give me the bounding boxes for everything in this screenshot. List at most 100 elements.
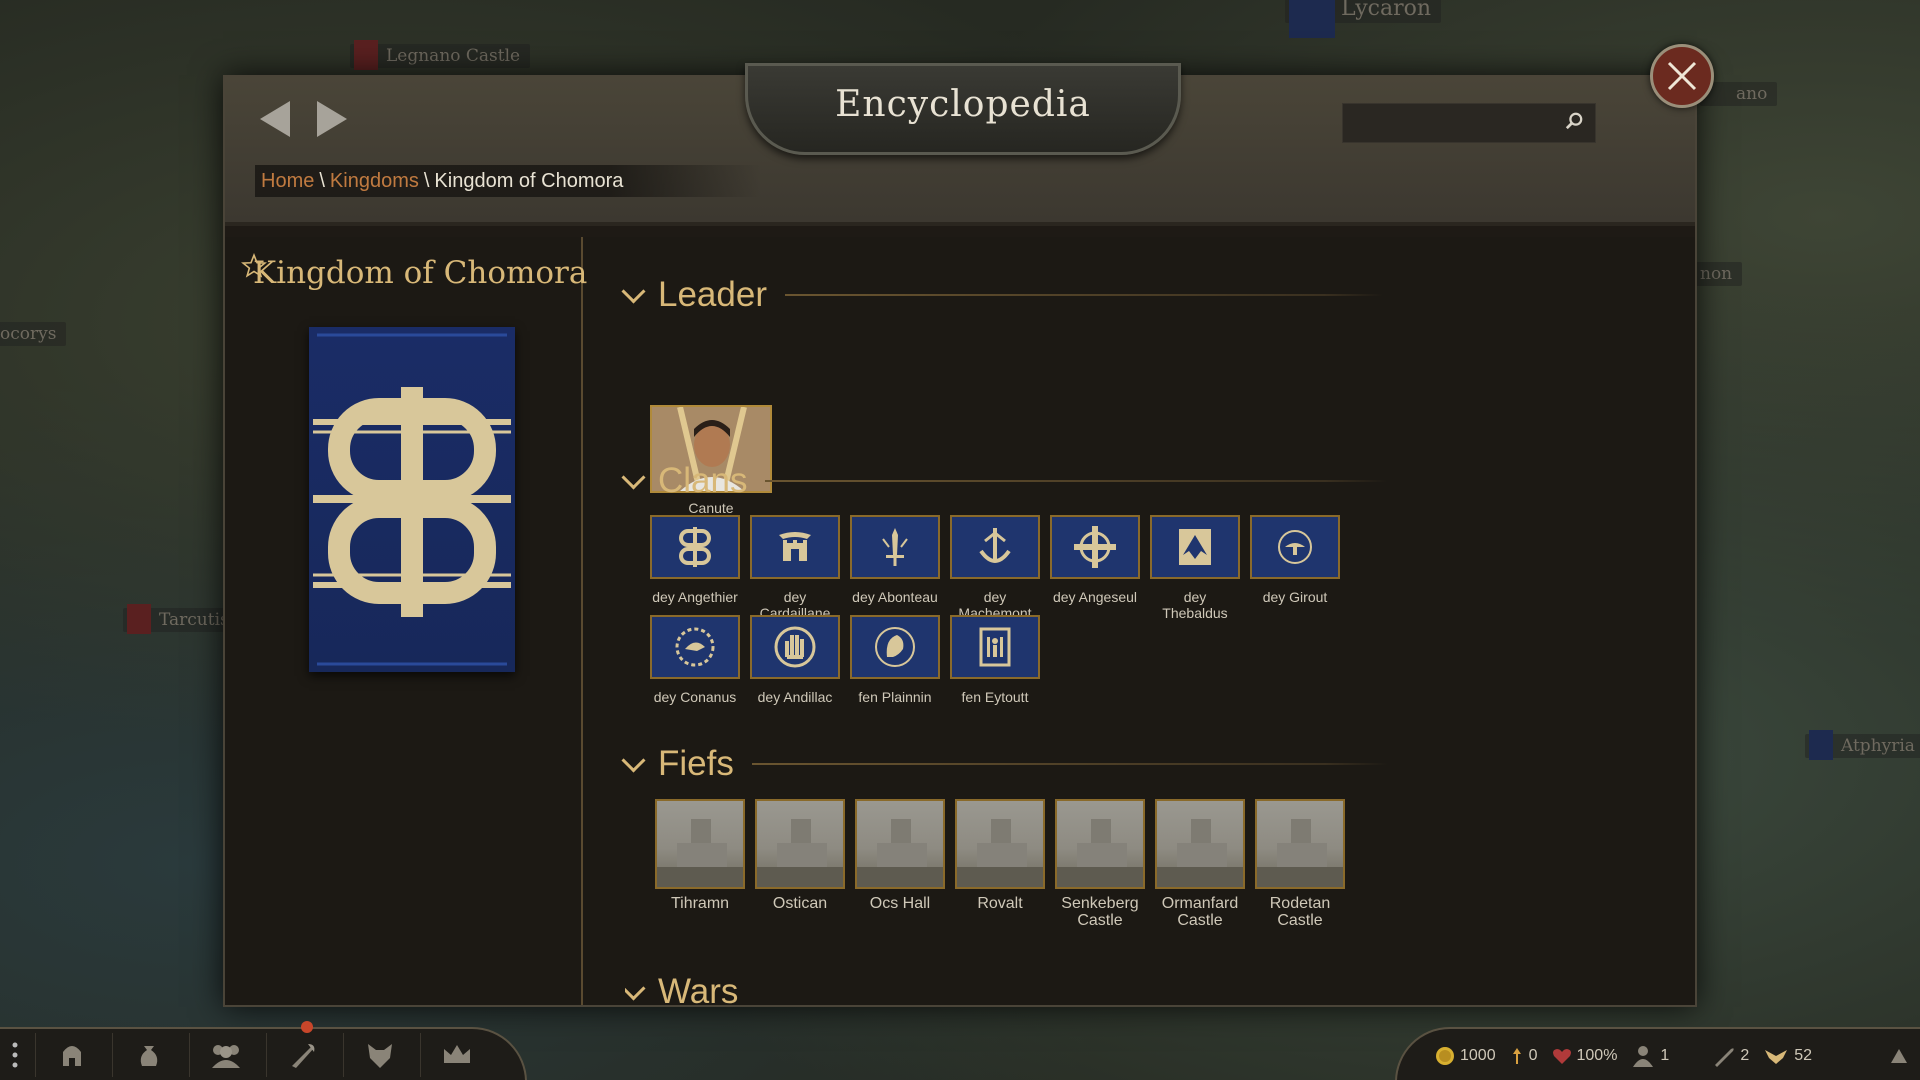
fief-item[interactable]: Senkeberg Castle <box>1055 799 1145 929</box>
fief-castle-image[interactable] <box>955 799 1045 889</box>
clan-banner[interactable] <box>750 615 840 679</box>
fief-item[interactable]: Ocs Hall <box>855 799 945 912</box>
fief-name: Ostican <box>772 895 828 912</box>
clan-banner[interactable] <box>950 615 1040 679</box>
clan-item[interactable]: dey Andillac <box>750 615 840 705</box>
kingdom-button[interactable] <box>420 1033 493 1077</box>
feather-icon <box>1715 1047 1734 1067</box>
breadcrumb-separator: \ <box>423 170 430 192</box>
health-stat: 100% <box>1552 1047 1617 1065</box>
wreath-bird-icon <box>675 627 715 667</box>
map-label-non[interactable]: non <box>1690 262 1743 286</box>
clan-banner[interactable] <box>850 615 940 679</box>
clan-banner[interactable] <box>1250 515 1340 579</box>
breadcrumb-separator: \ <box>319 170 325 192</box>
clan-item[interactable]: dey Abonteau <box>850 515 940 605</box>
kingdom-emblem-icon <box>313 333 511 666</box>
section-title: Clans <box>658 461 748 500</box>
search-box[interactable] <box>1342 103 1596 143</box>
more-menu-button[interactable] <box>0 1033 30 1077</box>
fief-item[interactable]: Tihramn <box>655 799 745 912</box>
troops-stat: 1 <box>1631 1045 1669 1067</box>
section-title: Wars <box>658 972 739 1005</box>
search-icon[interactable] <box>1565 112 1583 130</box>
fief-castle-image[interactable] <box>655 799 745 889</box>
clan-item[interactable]: dey Conanus <box>650 615 740 705</box>
quests-button[interactable] <box>266 1021 339 1077</box>
fiefs-section-header[interactable]: Fiefs <box>621 742 1388 786</box>
page-title: Encyclopedia <box>835 84 1091 125</box>
fief-castle-image[interactable] <box>755 799 845 889</box>
clan-item[interactable]: dey Thebaldus <box>1150 515 1240 621</box>
fief-castle-image[interactable] <box>1055 799 1145 889</box>
inventory-button[interactable] <box>112 1033 185 1077</box>
fief-castle-image[interactable] <box>1255 799 1345 889</box>
clan-banner[interactable] <box>1150 515 1240 579</box>
clan-name: dey Conanus <box>653 689 737 705</box>
clan-name: dey Thebaldus <box>1162 589 1228 621</box>
fief-item[interactable]: Rodetan Castle <box>1255 799 1345 929</box>
chevron-down-icon[interactable] <box>621 278 646 304</box>
resource-status-bar: 1000 0 100% 1 2 52 <box>1395 1027 1920 1080</box>
wars-section-header[interactable]: Wars <box>625 972 738 1005</box>
leader-section-header[interactable]: Leader <box>621 273 1383 317</box>
double-ring-icon <box>679 527 711 567</box>
map-label-atphyria[interactable]: Atphyria <box>1805 730 1920 760</box>
workshops-stat: 2 <box>1713 1045 1749 1067</box>
search-input[interactable] <box>1343 104 1563 140</box>
party-button[interactable] <box>189 1033 262 1077</box>
fief-item[interactable]: Ostican <box>755 799 845 912</box>
fief-name: Rodetan Castle <box>1269 895 1331 929</box>
fief-item[interactable]: Ormanfard Castle <box>1155 799 1245 929</box>
fief-item[interactable]: Rovalt <box>955 799 1045 912</box>
lion-head-icon <box>875 627 915 667</box>
hand-icon <box>774 626 816 668</box>
clan-button[interactable] <box>343 1033 416 1077</box>
chevron-down-icon[interactable] <box>621 464 646 490</box>
map-label-ocorys[interactable]: ocorys <box>0 322 67 346</box>
clan-item[interactable]: dey Machemont <box>950 515 1040 621</box>
clan-item[interactable]: dey Cardaillane <box>750 515 840 621</box>
chevron-down-icon[interactable] <box>621 747 646 773</box>
breadcrumb-home-link[interactable]: Home <box>261 170 314 192</box>
wheat-icon <box>1765 1049 1788 1064</box>
clan-banner[interactable] <box>650 615 740 679</box>
clan-item[interactable]: dey Angeseul <box>1050 515 1140 605</box>
banner-icon <box>354 40 378 70</box>
castle-icon <box>957 819 1043 887</box>
chevron-down-icon[interactable] <box>625 976 646 1001</box>
clan-banner[interactable] <box>750 515 840 579</box>
clans-section-header[interactable]: Clans <box>621 459 1388 503</box>
fief-castle-image[interactable] <box>1155 799 1245 889</box>
castle-icon <box>1257 819 1343 887</box>
banner-icon <box>127 604 151 634</box>
map-label-tarcutis[interactable]: Tarcutis <box>123 604 239 634</box>
back-arrow-button[interactable] <box>260 101 290 137</box>
breadcrumb-kingdoms-link[interactable]: Kingdoms <box>330 170 419 192</box>
clan-banner[interactable] <box>850 515 940 579</box>
clan-banner[interactable] <box>950 515 1040 579</box>
character-button[interactable] <box>35 1033 108 1077</box>
food-stat: 52 <box>1763 1046 1812 1066</box>
clan-item[interactable]: fen Eytoutt <box>950 615 1040 705</box>
banner-icon <box>1809 730 1833 760</box>
fief-castle-image[interactable] <box>855 799 945 889</box>
clan-item[interactable]: fen Plainnin <box>850 615 940 705</box>
clan-item[interactable]: dey Angethier <box>650 515 740 605</box>
map-label-lycaron[interactable]: Lycaron <box>1285 0 1442 38</box>
clan-banner[interactable] <box>1050 515 1140 579</box>
expand-arrow-button[interactable] <box>1889 1047 1914 1065</box>
forward-arrow-button[interactable] <box>317 101 347 137</box>
clan-item[interactable]: dey Girout <box>1250 515 1340 605</box>
kingdom-name: Kingdom of Chomora <box>253 255 588 291</box>
fief-name: Senkeberg Castle <box>1061 895 1139 929</box>
quill-icon <box>292 1044 315 1068</box>
section-divider <box>784 294 1383 296</box>
crown-icon <box>444 1045 470 1063</box>
close-button[interactable] <box>1650 44 1714 108</box>
game-menu-bar <box>0 1021 527 1080</box>
map-label-legnano-castle[interactable]: Legnano Castle <box>350 40 531 70</box>
clan-banner[interactable] <box>650 515 740 579</box>
kingdom-sidebar: Kingdom of Chomora <box>225 237 587 1005</box>
clan-name: dey Angethier <box>652 589 738 605</box>
